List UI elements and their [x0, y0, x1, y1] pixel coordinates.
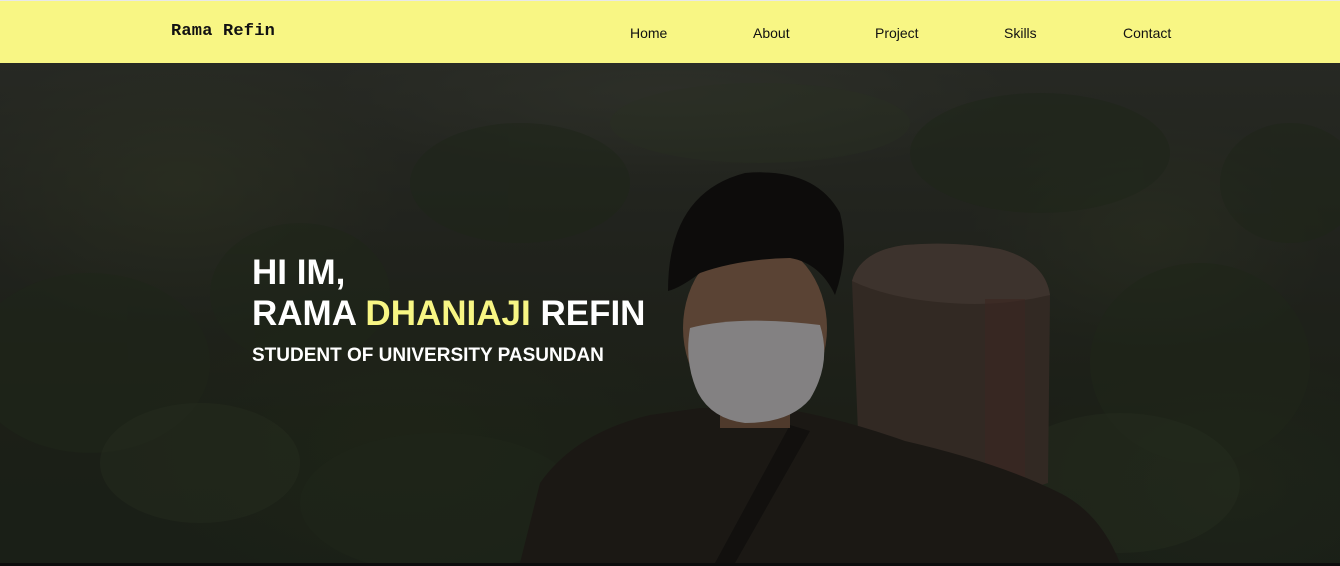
nav-link-skills[interactable]: Skills [1004, 25, 1037, 41]
nav-link-project[interactable]: Project [875, 25, 919, 41]
hero-greeting: HI IM, [252, 253, 346, 292]
hero-heading-block: HI IM, RAMA DHANIAJI REFIN STUDENT OF UN… [252, 252, 645, 367]
hero-background-photo [0, 63, 1340, 563]
nav-link-home[interactable]: Home [630, 25, 667, 41]
hero-name: RAMA DHANIAJI REFIN [252, 293, 645, 334]
navbar: Rama Refin Home About Project Skills Con… [0, 0, 1340, 63]
hero-name-first: RAMA [252, 294, 356, 333]
brand-logo[interactable]: Rama Refin [171, 22, 275, 41]
hero-name-last: REFIN [540, 294, 646, 333]
hero-section: HI IM, RAMA DHANIAJI REFIN STUDENT OF UN… [0, 63, 1340, 563]
hero-subtitle: STUDENT OF UNIVERSITY PASUNDAN [252, 345, 604, 366]
nav-link-contact[interactable]: Contact [1123, 25, 1171, 41]
nav-link-about[interactable]: About [753, 25, 790, 41]
hero-name-middle: DHANIAJI [365, 294, 531, 333]
